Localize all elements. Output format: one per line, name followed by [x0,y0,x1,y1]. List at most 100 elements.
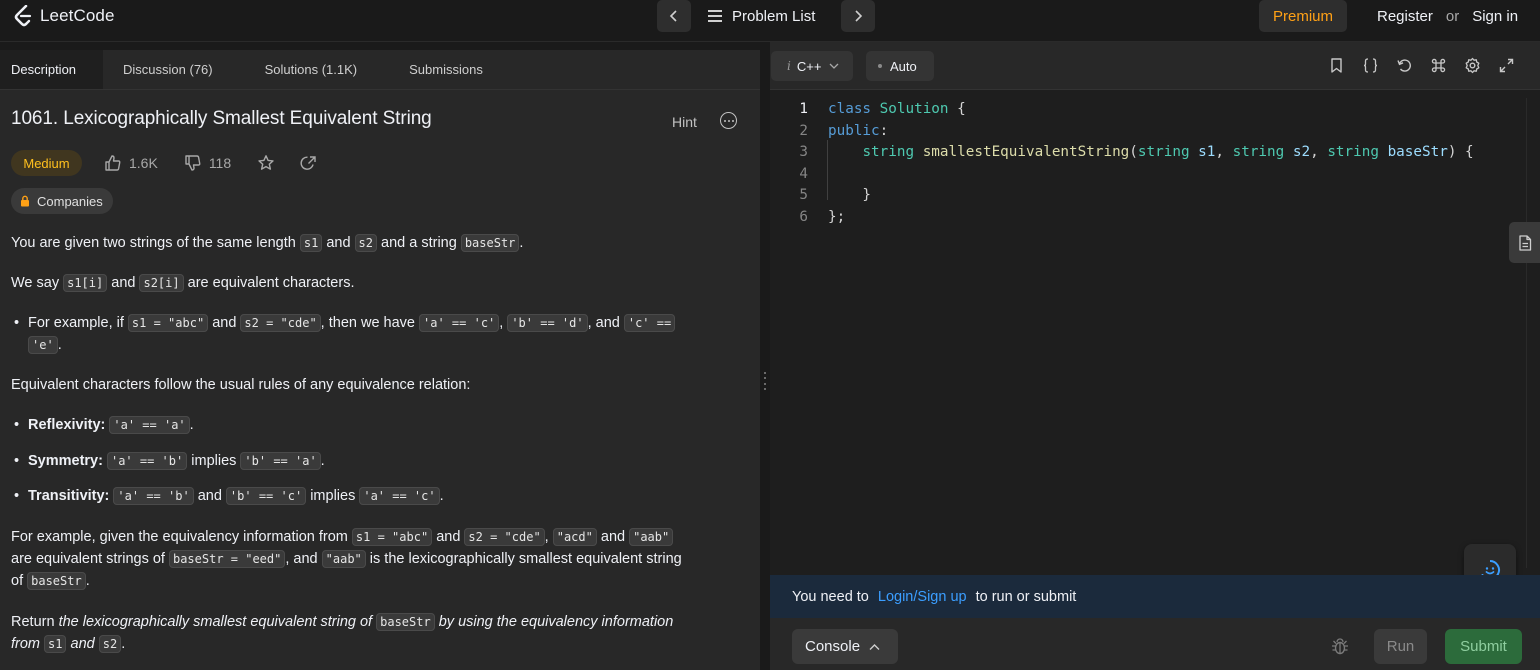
code-token: string [1137,144,1190,161]
text: . [121,636,126,652]
code-token: , [1215,144,1233,161]
code-line[interactable]: 4 [770,163,1530,185]
inline-code: baseStr [460,234,520,252]
run-button[interactable]: Run [1374,629,1427,664]
submit-button[interactable]: Submit [1445,629,1522,664]
inline-code: s1 = "abc" [351,528,433,546]
inline-code: 'c' == [623,314,676,332]
problem-list-button[interactable]: Problem List [708,0,815,32]
text: You are given two strings of the same le… [11,235,300,251]
favorite-button[interactable] [257,154,275,172]
logo[interactable]: LeetCode [14,4,115,28]
signin-link[interactable]: Sign in [1472,8,1518,25]
tab-description[interactable]: Description [0,50,104,89]
description-paragraph: We say s1[i] and s2[i] are equivalent ch… [11,272,354,294]
dot-icon [878,64,882,68]
text: , and [587,315,624,331]
companies-label: Companies [37,193,103,209]
text: , [544,529,553,545]
tab-solutions[interactable]: Solutions (1.1K) [239,50,384,89]
bold-text: Symmetry: [28,453,103,469]
command-icon[interactable] [1430,57,1447,74]
text: and [193,488,226,504]
text: , then we have [320,315,420,331]
language-select[interactable]: i C++ [771,51,853,81]
hint-button[interactable]: Hint [672,114,697,130]
text: and [596,529,630,545]
login-signup-link[interactable]: Login/Sign up [878,589,967,605]
code-line[interactable]: 1 class Solution { [770,98,1530,120]
line-number: 1 [799,101,808,117]
companies-tag[interactable]: Companies [11,188,113,214]
or-text: or [1445,7,1460,25]
inline-code: s2 [354,234,377,252]
italic-text: from [11,636,45,652]
inline-code: 'b' == 'd' [507,314,588,332]
problem-content: 1061. Lexicographically Smallest Equival… [11,108,737,653]
text: . [57,337,62,353]
description-paragraph: Return the lexicographically smallest eq… [11,611,741,655]
code-line[interactable]: 6}; [770,206,1530,228]
inline-code: 'a' == 'b' [106,452,188,470]
description-panel: Description Discussion (76) Solutions (1… [0,50,760,670]
description-paragraph: For example, given the equivalency infor… [11,526,741,592]
text: and [208,315,241,331]
text: implies [306,488,360,504]
premium-button[interactable]: Premium [1259,0,1347,32]
code-token: ) { [1447,144,1474,161]
notes-side-tab[interactable] [1509,222,1540,263]
inline-code: "acd" [552,528,597,546]
problem-meta: Medium 1.6K 118 [11,150,318,176]
code-braces-icon[interactable] [1362,57,1379,74]
text: and [432,529,465,545]
code-token: s2 [1292,144,1311,161]
editor-tools [1328,57,1515,74]
code-editor[interactable]: 1 class Solution {2 public: 3 string smalle… [770,98,1540,568]
reset-icon[interactable] [1396,57,1413,74]
tab-submissions[interactable]: Submissions [383,50,508,89]
thumbs-up-icon [105,155,121,171]
prev-problem-button[interactable] [657,0,691,32]
bookmark-icon[interactable] [1328,57,1345,74]
text: , and [285,551,322,567]
inline-code: s1 [299,234,323,252]
inline-code: s2[i] [139,274,184,292]
fullscreen-icon[interactable] [1498,57,1515,74]
tab-discussion[interactable]: Discussion (76) [103,50,239,89]
console-button[interactable]: Console [792,629,898,664]
italic-text: and [66,636,99,652]
panel-resize-handle[interactable] [760,50,770,670]
code-line[interactable]: 5 } [770,184,1530,206]
editor-scrollbar[interactable] [1526,98,1540,568]
inline-code: baseStr [376,613,435,631]
like-button[interactable]: 1.6K [104,154,158,172]
code-token: } [828,187,872,204]
code-token: }; [828,209,846,225]
auto-mode-button[interactable]: Auto [866,51,934,81]
list-icon [708,10,722,22]
gear-icon[interactable] [1464,57,1481,74]
text: are equivalent strings of [11,551,169,567]
inline-code: "aab" [321,550,366,568]
dislike-button[interactable]: 118 [184,154,231,172]
more-options-icon[interactable] [720,112,737,129]
dislike-count: 118 [208,155,232,171]
register-link[interactable]: Register [1377,8,1433,25]
next-problem-button[interactable] [841,0,875,32]
italic-text: the lexicographically smallest equivalen… [58,614,377,630]
code-line[interactable]: 2 public: [770,120,1530,142]
inline-code: s2 = "cde" [240,314,321,332]
problem-list-label: Problem List [732,7,816,25]
share-button[interactable] [300,154,318,172]
text: We say [11,275,64,291]
code-token: { [948,101,966,117]
inline-code: s1[i] [63,274,108,292]
code-line[interactable]: 3 string smallestEquivalentString(string… [770,141,1530,163]
debug-bug-icon[interactable] [1330,636,1350,656]
text: . [85,573,90,589]
inline-code: baseStr [27,572,86,590]
text: and [322,235,355,251]
code-token: string [1327,144,1379,161]
